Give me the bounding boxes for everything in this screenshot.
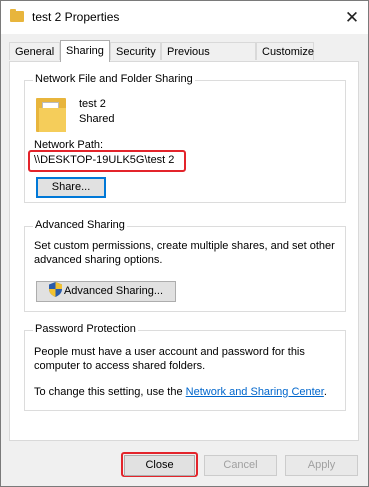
tab-general[interactable]: General [9, 42, 60, 60]
uac-shield-icon [48, 282, 62, 297]
folder-icon [36, 98, 66, 132]
advanced-sharing-description-1: Set custom permissions, create multiple … [34, 240, 335, 252]
change-setting-text: To change this setting, use the Network … [34, 386, 327, 398]
title-bar: test 2 Properties ✕ [1, 1, 368, 34]
password-description-2: computer to access shared folders. [34, 360, 206, 372]
window-title: test 2 Properties [32, 10, 120, 24]
tab-customize[interactable]: Customize [256, 42, 314, 60]
network-sharing-center-link[interactable]: Network and Sharing Center [186, 386, 324, 398]
tab-previous-versions[interactable]: Previous Versions [161, 42, 256, 76]
tab-security[interactable]: Security [110, 42, 161, 60]
advanced-sharing-button[interactable]: Advanced Sharing... [36, 281, 176, 302]
folder-name: test 2 [79, 98, 106, 110]
change-setting-prefix: To change this setting, use the [34, 386, 183, 398]
folder-icon [10, 9, 24, 22]
cancel-button[interactable]: Cancel [204, 455, 277, 476]
network-sharing-title: Network File and Folder Sharing [33, 73, 195, 85]
advanced-sharing-button-label: Advanced Sharing... [63, 285, 164, 297]
advanced-sharing-description-2: advanced sharing options. [34, 254, 163, 266]
password-description-1: People must have a user account and pass… [34, 346, 305, 358]
close-icon[interactable]: ✕ [336, 1, 368, 34]
properties-window: test 2 Properties ✕ General Sharing Secu… [0, 0, 369, 487]
password-protection-title: Password Protection [33, 323, 138, 335]
close-button[interactable]: Close [124, 455, 195, 476]
share-button[interactable]: Share... [36, 177, 106, 198]
network-path-value: \\DESKTOP-19ULK5G\test 2 [34, 154, 175, 166]
folder-status: Shared [79, 113, 115, 125]
change-setting-suffix: . [323, 386, 327, 398]
tab-sharing[interactable]: Sharing [60, 40, 110, 62]
advanced-sharing-title: Advanced Sharing [33, 219, 127, 231]
apply-button[interactable]: Apply [285, 455, 358, 476]
